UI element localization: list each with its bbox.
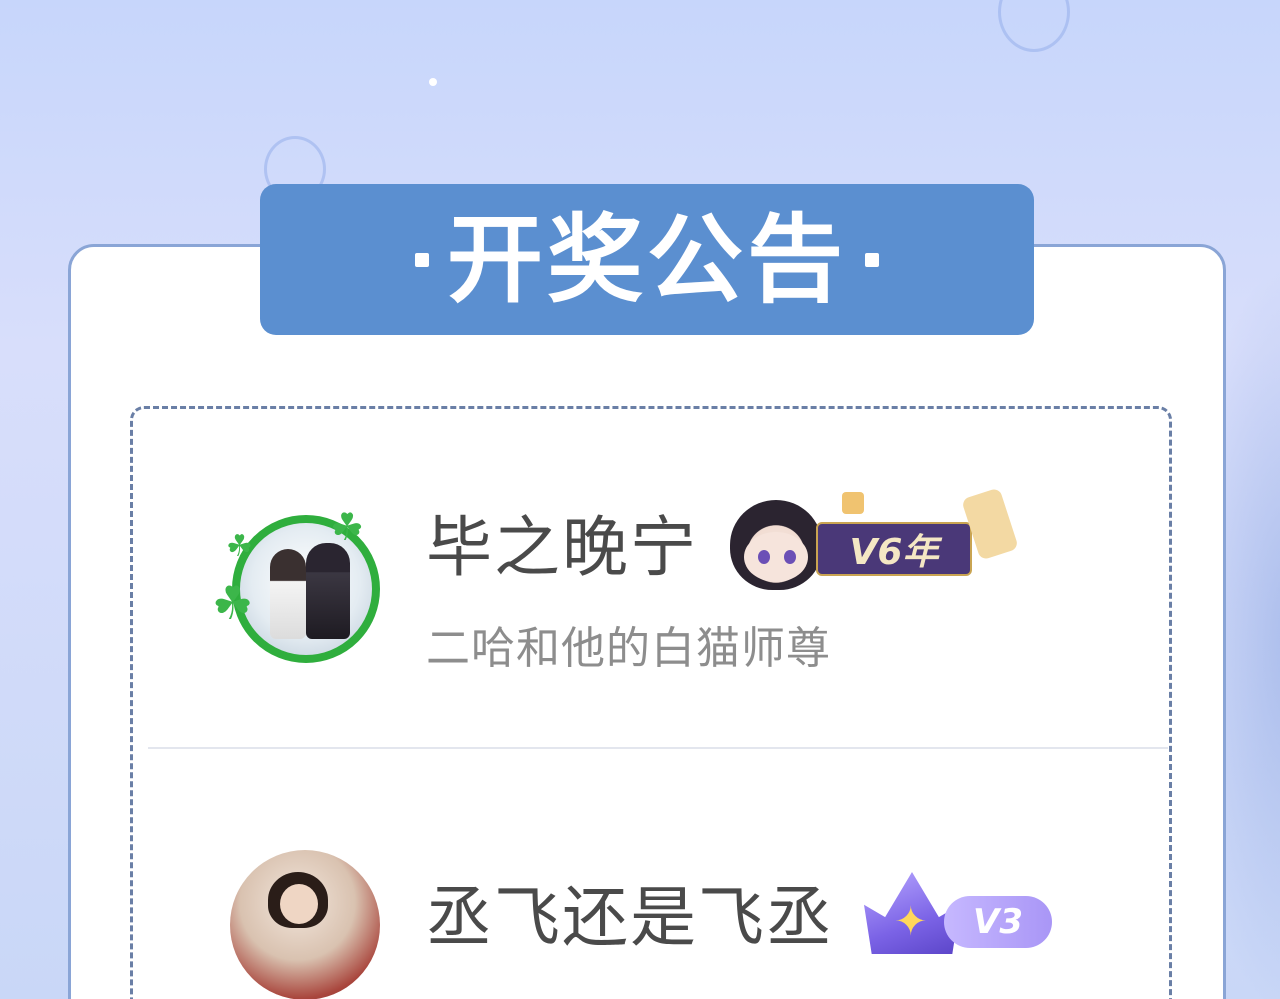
four-leaf-clover-icon: ☘ <box>212 576 254 630</box>
banner-dot-left <box>415 252 429 267</box>
lantern-icon <box>842 492 864 514</box>
chibi-eye <box>758 550 770 564</box>
badge-label: V6年 <box>816 522 972 576</box>
vip-level-badge: V6年 <box>730 487 1020 592</box>
background-bubble <box>998 0 1070 52</box>
winner-username[interactable]: 毕之晚宁 <box>426 515 698 581</box>
avatar-figure <box>270 549 306 639</box>
announcement-title: 开奖公告 <box>447 203 847 316</box>
star-icon: ✦ <box>894 899 928 945</box>
list-divider <box>148 747 1168 749</box>
avatar-figure <box>306 543 350 639</box>
chibi-eye <box>784 550 796 564</box>
badge-label: V3 <box>944 896 1052 948</box>
announcement-banner: 开奖公告 <box>260 184 1034 335</box>
four-leaf-clover-icon: ☘ <box>226 529 253 564</box>
chibi-face <box>744 532 808 582</box>
vip-level-badge: ✦ V3 <box>864 872 1054 956</box>
four-leaf-clover-icon: ☘ <box>330 505 365 549</box>
winner-username[interactable]: 丞飞还是飞丞 <box>426 885 834 951</box>
banner-dot-right <box>865 252 879 267</box>
avatar-face <box>280 884 318 924</box>
winner-subtitle: 二哈和他的白猫师尊 <box>426 623 831 674</box>
winner-avatar[interactable] <box>230 850 380 999</box>
background-sparkle <box>429 78 437 86</box>
